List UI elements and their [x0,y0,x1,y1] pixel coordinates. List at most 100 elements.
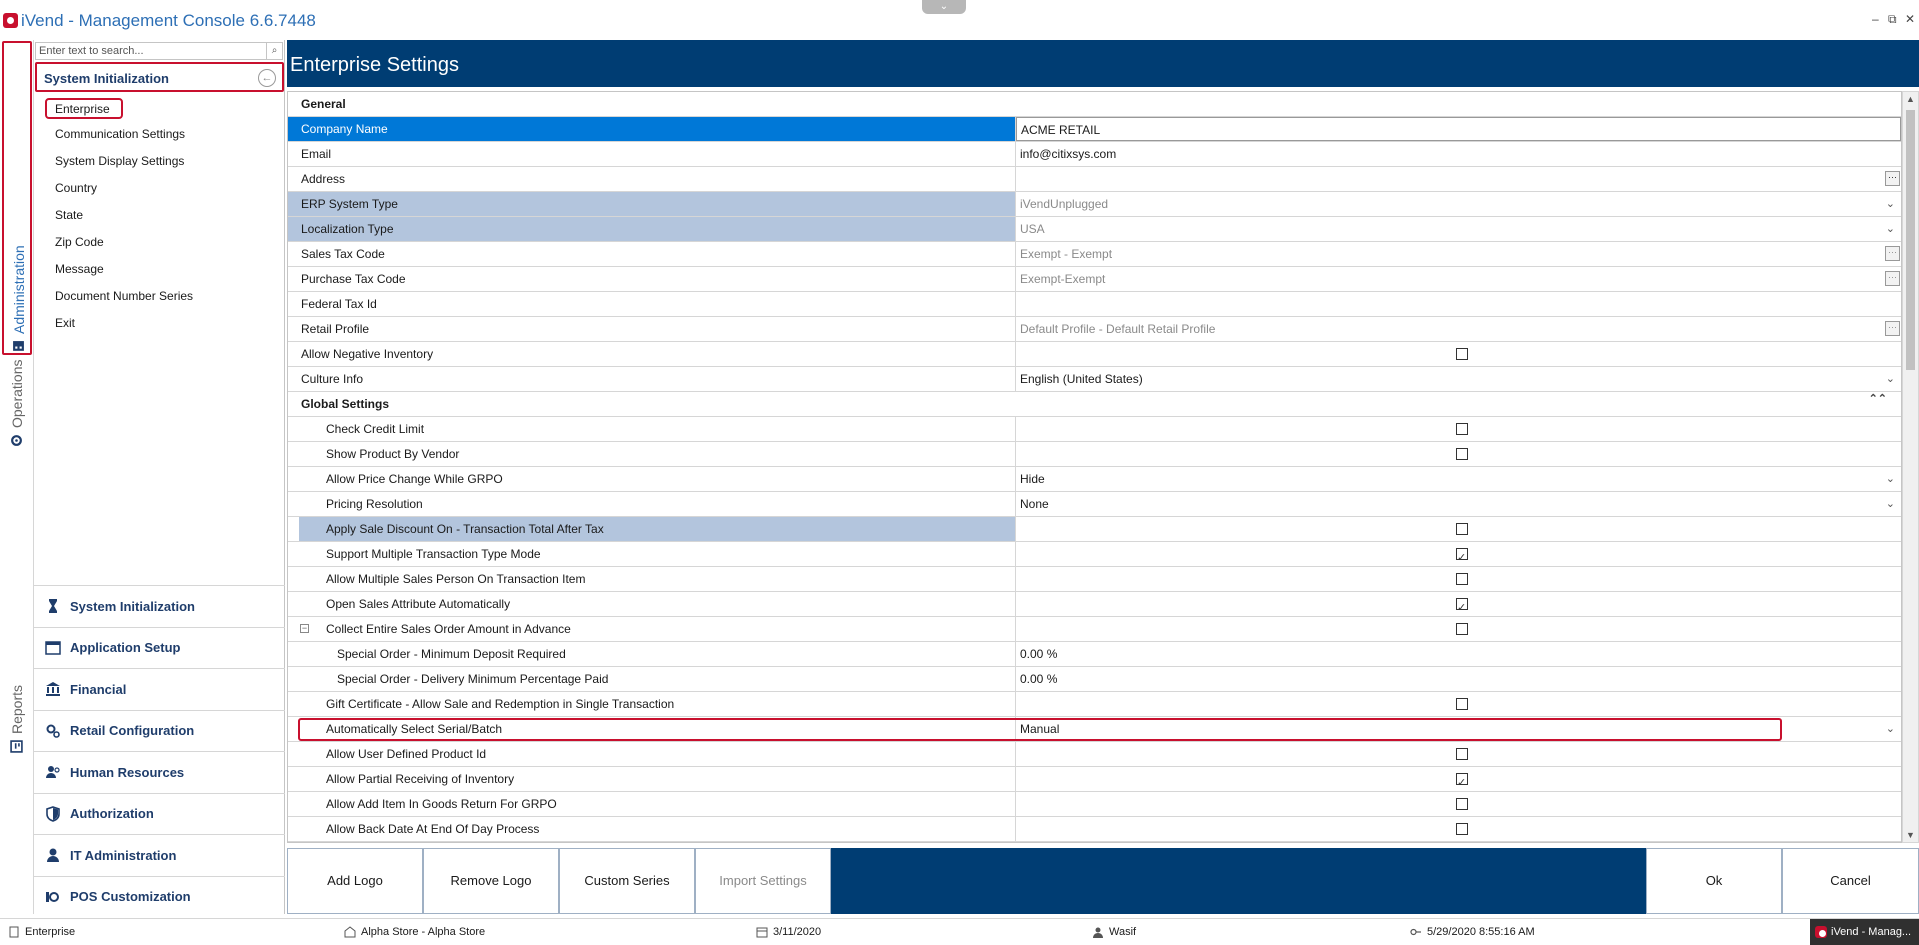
retail-profile-field[interactable]: Default Profile - Default Retail Profile… [1016,317,1901,341]
setting-row-allow-price-change-grpo[interactable]: Allow Price Change While GRPO Hide ⌄ [288,467,1901,492]
section-general[interactable]: General [288,92,1901,117]
gift-certificate-checkbox[interactable] [1456,698,1468,710]
group-system-initialization[interactable]: System Initialization [34,585,285,627]
import-settings-button[interactable]: Import Settings [695,848,831,914]
collapse-row-icon[interactable]: − [300,624,309,633]
pricing-resolution-select[interactable]: None ⌄ [1016,492,1901,516]
allow-multiple-sales-person-checkbox[interactable] [1456,573,1468,585]
add-logo-button[interactable]: Add Logo [287,848,423,914]
setting-row-special-order-min-deposit[interactable]: Special Order - Minimum Deposit Required… [288,642,1901,667]
chevron-down-icon[interactable]: ⌄ [1886,192,1895,216]
partial-receiving-checkbox[interactable] [1456,771,1468,795]
collapse-ribbon-chevron-icon[interactable]: ⌄ [922,0,966,14]
setting-row-allow-back-date[interactable]: Allow Back Date At End Of Day Process [288,817,1901,842]
taskbar-app-button[interactable]: iVend - Manag... [1810,919,1919,945]
setting-row-allow-partial-receiving[interactable]: Allow Partial Receiving of Inventory [288,767,1901,795]
check-credit-limit-checkbox[interactable] [1456,423,1468,435]
purchase-tax-code-field[interactable]: Exempt-Exempt ··· [1016,267,1901,291]
erp-system-type-select[interactable]: iVendUnplugged ⌄ [1016,192,1901,216]
ok-button[interactable]: Ok [1646,848,1782,914]
group-retail-configuration[interactable]: Retail Configuration [34,709,285,752]
allow-price-change-select[interactable]: Hide ⌄ [1016,467,1901,491]
nav-section-header[interactable]: System Initialization ← [35,62,284,92]
chevron-down-icon[interactable]: ⌄ [1886,367,1895,391]
group-human-resources[interactable]: Human Resources [34,751,285,793]
min-deposit-field[interactable]: 0.00 % [1016,642,1901,666]
section-global-settings[interactable]: Global Settings ⌃⌃ [288,392,1901,417]
setting-row-localization-type[interactable]: Localization Type USA ⌄ [288,217,1901,242]
setting-row-show-product-by-vendor[interactable]: Show Product By Vendor [288,442,1901,467]
cancel-button[interactable]: Cancel [1782,848,1919,914]
nav-item-country[interactable]: Country [55,181,97,195]
setting-row-address[interactable]: Address ··· [288,167,1901,192]
group-pos-customization[interactable]: POS Customization [34,875,285,918]
setting-row-auto-select-serial-batch[interactable]: Automatically Select Serial/Batch Manual… [288,717,1901,742]
ellipsis-button[interactable]: ··· [1885,321,1900,336]
setting-row-allow-negative-inventory[interactable]: Allow Negative Inventory [288,342,1901,367]
setting-row-special-order-delivery-min[interactable]: Special Order - Delivery Minimum Percent… [288,667,1901,692]
culture-info-select[interactable]: English (United States) ⌄ [1016,367,1901,391]
setting-row-erp-system-type[interactable]: ERP System Type iVendUnplugged ⌄ [288,192,1901,217]
add-item-goods-return-checkbox[interactable] [1456,798,1468,810]
allow-negative-inventory-checkbox[interactable] [1456,348,1468,360]
group-it-administration[interactable]: IT Administration [34,834,285,876]
ellipsis-button[interactable]: ··· [1885,246,1900,261]
localization-type-select[interactable]: USA ⌄ [1016,217,1901,241]
minimize-button[interactable]: – [1872,12,1879,26]
federal-tax-id-field[interactable] [1016,292,1901,316]
setting-row-apply-sale-discount[interactable]: Apply Sale Discount On - Transaction Tot… [288,517,1901,542]
back-arrow-icon[interactable]: ← [258,69,276,87]
scroll-up-icon[interactable]: ▲ [1903,94,1918,104]
nav-item-communication-settings[interactable]: Communication Settings [55,127,185,141]
nav-search-input[interactable]: Enter text to search... ⌕ [35,42,283,60]
setting-row-purchase-tax-code[interactable]: Purchase Tax Code Exempt-Exempt ··· [288,267,1901,292]
back-date-checkbox[interactable] [1456,823,1468,835]
setting-row-email[interactable]: Email info@citixsys.com [288,142,1901,167]
setting-row-sales-tax-code[interactable]: Sales Tax Code Exempt - Exempt ··· [288,242,1901,267]
remove-logo-button[interactable]: Remove Logo [423,848,559,914]
support-multiple-transaction-checkbox[interactable] [1456,546,1468,570]
chevron-down-icon[interactable]: ⌄ [1886,492,1895,516]
nav-item-state[interactable]: State [55,208,83,222]
group-authorization[interactable]: Authorization [34,792,285,835]
company-name-field[interactable]: ACME RETAIL [1016,117,1901,141]
show-product-by-vendor-checkbox[interactable] [1456,448,1468,460]
setting-row-pricing-resolution[interactable]: Pricing Resolution None ⌄ [288,492,1901,517]
rail-tab-reports[interactable]: Reports [2,685,32,945]
scroll-thumb[interactable] [1906,110,1915,370]
nav-item-zip-code[interactable]: Zip Code [55,235,104,249]
group-application-setup[interactable]: Application Setup [34,626,285,669]
nav-item-system-display-settings[interactable]: System Display Settings [55,154,184,168]
ellipsis-button[interactable]: ··· [1885,271,1900,286]
nav-item-document-number-series[interactable]: Document Number Series [55,289,193,303]
group-financial[interactable]: Financial [34,668,285,710]
setting-row-retail-profile[interactable]: Retail Profile Default Profile - Default… [288,317,1901,342]
address-field[interactable]: ··· [1016,167,1901,191]
collapse-section-icon[interactable]: ⌃⌃ [1869,392,1887,405]
chevron-down-icon[interactable]: ⌄ [1886,217,1895,241]
serial-batch-select[interactable]: Manual ⌄ [1016,717,1901,741]
search-icon[interactable]: ⌕ [266,43,282,59]
setting-row-federal-tax-id[interactable]: Federal Tax Id [288,292,1901,317]
restore-button[interactable]: ⧉ [1888,12,1897,27]
setting-row-allow-add-item-goods-return[interactable]: Allow Add Item In Goods Return For GRPO [288,792,1901,817]
scroll-down-icon[interactable]: ▼ [1903,830,1918,840]
custom-series-button[interactable]: Custom Series [559,848,695,914]
setting-row-gift-certificate[interactable]: Gift Certificate - Allow Sale and Redemp… [288,692,1901,717]
setting-row-support-multiple-transaction-type[interactable]: Support Multiple Transaction Type Mode [288,542,1901,570]
delivery-min-field[interactable]: 0.00 % [1016,667,1901,691]
setting-row-check-credit-limit[interactable]: Check Credit Limit [288,417,1901,442]
setting-row-culture-info[interactable]: Culture Info English (United States) ⌄ [288,367,1901,392]
open-sales-attribute-checkbox[interactable] [1456,596,1468,620]
setting-row-collect-entire-sales-order[interactable]: − Collect Entire Sales Order Amount in Ad… [288,617,1901,642]
sales-tax-code-field[interactable]: Exempt - Exempt ··· [1016,242,1901,266]
close-button[interactable]: ✕ [1905,12,1915,26]
rail-tab-operations[interactable]: Operations [2,360,32,680]
rail-tab-administration[interactable]: Administration [2,41,32,355]
collect-entire-sales-order-checkbox[interactable] [1456,623,1468,635]
vertical-scrollbar[interactable]: ▲ ▼ [1902,91,1919,843]
setting-row-allow-multiple-sales-person[interactable]: Allow Multiple Sales Person On Transacti… [288,567,1901,592]
setting-row-open-sales-attribute[interactable]: Open Sales Attribute Automatically [288,592,1901,620]
nav-item-exit[interactable]: Exit [55,316,75,330]
nav-item-message[interactable]: Message [55,262,104,276]
